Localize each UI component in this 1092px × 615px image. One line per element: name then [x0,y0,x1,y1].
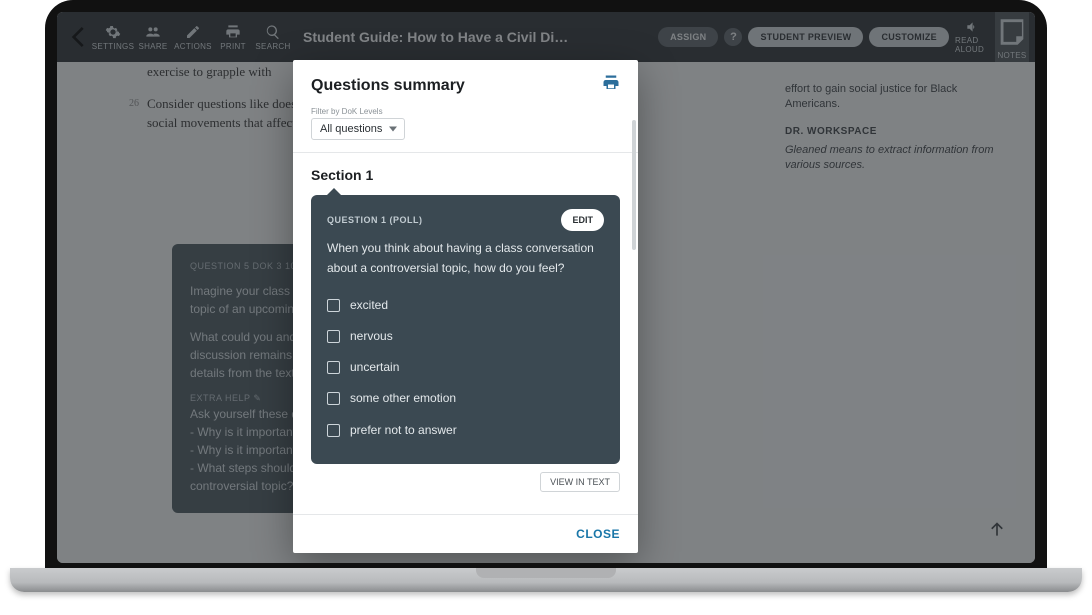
section-heading: Section 1 [311,167,620,183]
modal-title: Questions summary [311,77,465,95]
poll-option[interactable]: uncertain [327,352,604,383]
checkbox-icon [327,392,340,405]
checkbox-icon [327,361,340,374]
option-label: prefer not to answer [350,421,457,440]
option-label: some other emotion [350,389,456,408]
poll-option[interactable]: prefer not to answer [327,415,604,446]
option-label: excited [350,296,388,315]
filter-dropdown[interactable]: All questions [311,118,405,140]
checkbox-icon [327,330,340,343]
close-modal-button[interactable]: CLOSE [576,527,620,541]
modal-scrollbar[interactable] [632,120,636,250]
poll-option[interactable]: some other emotion [327,383,604,414]
checkbox-icon [327,299,340,312]
poll-option[interactable]: excited [327,290,604,321]
poll-option[interactable]: nervous [327,321,604,352]
questions-summary-modal: Questions summary Filter by DoK Levels A… [293,60,638,553]
printer-icon [602,74,620,92]
filter-value: All questions [320,123,382,135]
next-question-peek [311,504,620,514]
option-label: nervous [350,327,393,346]
option-label: uncertain [350,358,399,377]
modal-body[interactable]: Section 1 QUESTION 1 (POLL) EDIT When yo… [293,153,638,514]
edit-question-button[interactable]: EDIT [561,209,604,231]
question-card: QUESTION 1 (POLL) EDIT When you think ab… [311,195,620,464]
question-tag: QUESTION 1 (POLL) [327,213,423,227]
modal-print-button[interactable] [602,74,620,97]
filter-label: Filter by DoK Levels [311,107,620,116]
question-prompt: When you think about having a class conv… [327,239,604,277]
view-in-text-button[interactable]: VIEW IN TEXT [540,472,620,492]
checkbox-icon [327,424,340,437]
